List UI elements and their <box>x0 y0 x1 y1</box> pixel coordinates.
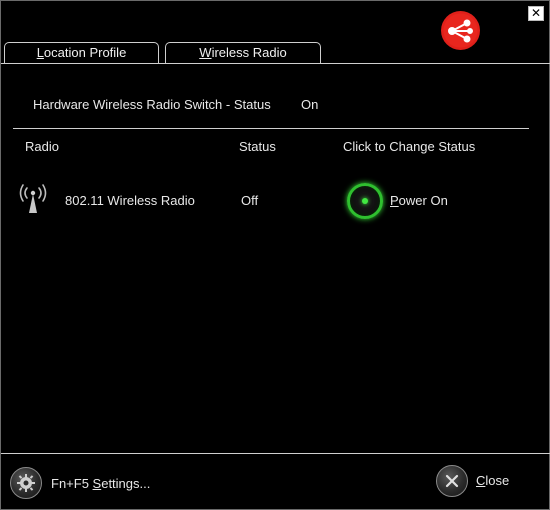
settings-accel: S <box>92 476 102 491</box>
settings-label[interactable]: Fn+F5 Settings... <box>51 476 150 491</box>
close-accel: C <box>476 473 486 488</box>
window-close-button[interactable]: ✕ <box>528 6 544 21</box>
gear-icon <box>17 474 35 492</box>
tab-location-profile[interactable]: Location Profile <box>4 42 159 64</box>
column-header-change-status: Click to Change Status <box>343 139 476 154</box>
close-icon <box>445 474 459 488</box>
section-divider <box>13 128 529 129</box>
tab-accel: W <box>199 45 212 60</box>
share-network-icon <box>441 11 480 50</box>
tab-label: ocation Profile <box>43 45 127 60</box>
tab-divider <box>1 63 550 64</box>
tab-accel: L <box>36 45 44 60</box>
settings-rest: ettings... <box>101 476 151 491</box>
hardware-switch-label: Hardware Wireless Radio Switch - Status <box>33 97 271 112</box>
column-header-radio: Radio <box>25 139 59 154</box>
tab-wireless-radio[interactable]: Wireless Radio <box>165 42 321 65</box>
antenna-icon <box>19 184 47 213</box>
close-label[interactable]: Close <box>476 473 509 488</box>
settings-prefix: Fn+F5 <box>51 476 93 491</box>
hardware-switch-value: On <box>301 97 319 112</box>
radio-status: Off <box>241 193 259 208</box>
power-label-text: ower On <box>398 193 448 208</box>
power-indicator-icon <box>362 198 368 204</box>
radio-name: 802.11 Wireless Radio <box>65 193 195 208</box>
close-x-icon: ✕ <box>530 6 542 20</box>
close-rest: lose <box>485 473 510 488</box>
power-on-button[interactable] <box>347 183 383 219</box>
footer-divider <box>1 453 550 454</box>
tab-label: ireless Radio <box>211 45 287 60</box>
column-header-status: Status <box>239 139 276 154</box>
power-on-label[interactable]: Power On <box>390 193 448 208</box>
settings-button[interactable] <box>10 467 42 499</box>
close-button[interactable] <box>436 465 468 497</box>
power-accel: P <box>390 193 399 208</box>
wireless-radio-window: ✕ Location Profile Wireless Radio Hardwa… <box>0 0 550 510</box>
